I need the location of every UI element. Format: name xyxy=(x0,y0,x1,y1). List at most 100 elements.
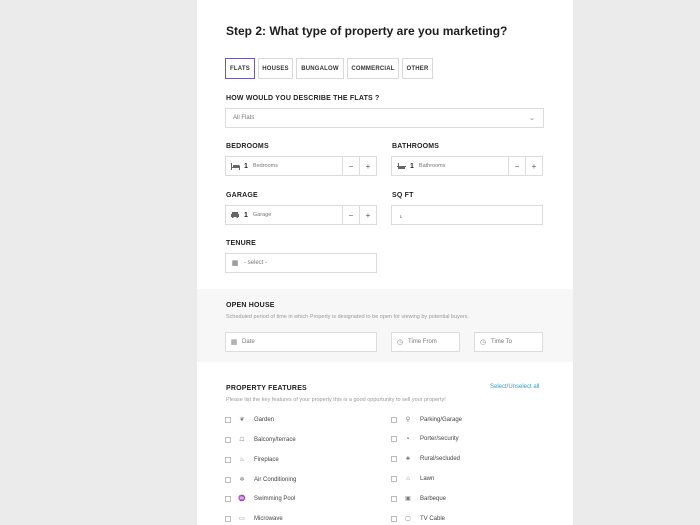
tenure-select[interactable]: ▦ - select - xyxy=(225,253,377,273)
checkbox[interactable] xyxy=(225,456,231,463)
feature-porter-security[interactable]: ▪ Porter/security xyxy=(391,436,459,442)
checkbox[interactable] xyxy=(391,515,397,522)
balcony-icon: ☖ xyxy=(239,437,245,443)
feature-label: Porter/security xyxy=(420,436,459,442)
calendar-icon: ▦ xyxy=(230,339,238,346)
feature-label: Microwave xyxy=(254,515,283,522)
checkbox[interactable] xyxy=(391,495,397,502)
feature-parking[interactable]: ⚲ Parking/Garage xyxy=(391,416,462,423)
tree-icon: ♣ xyxy=(406,456,410,462)
feature-label: Balcony/terrace xyxy=(254,436,296,443)
feature-label: Lawn xyxy=(420,476,435,482)
feature-tv-cable[interactable]: ▢ TV Cable xyxy=(391,515,445,522)
open-house-label: OPEN HOUSE xyxy=(226,302,275,309)
parking-icon: ⚲ xyxy=(405,417,411,423)
date-placeholder: Date xyxy=(242,339,255,345)
page-title: Step 2: What type of property are you ma… xyxy=(226,24,508,38)
bedrooms-stepper: 1 Bedrooms − + xyxy=(225,156,377,176)
checkbox[interactable] xyxy=(391,436,397,442)
describe-select[interactable]: All Flats ⌄ xyxy=(225,108,544,128)
sqft-label: SQ FT xyxy=(392,192,414,199)
bedrooms-unit: Bedrooms xyxy=(252,163,278,169)
feature-label: Rural/secluded xyxy=(420,456,461,462)
feature-lawn[interactable]: ⌂ Lawn xyxy=(391,476,434,482)
checkbox[interactable] xyxy=(225,476,231,483)
features-label: PROPERTY FEATURES xyxy=(226,385,307,392)
ruler-icon: ⌞ xyxy=(399,212,403,219)
checkbox[interactable] xyxy=(225,495,231,502)
bedrooms-increment-button[interactable]: + xyxy=(359,157,376,175)
bedrooms-decrement-button[interactable]: − xyxy=(342,157,359,175)
feature-rural[interactable]: ♣ Rural/secluded xyxy=(391,456,460,462)
garage-increment-button[interactable]: + xyxy=(359,206,376,224)
checkbox[interactable] xyxy=(391,476,397,482)
calendar-icon: ▦ xyxy=(231,260,239,267)
checkbox[interactable] xyxy=(391,416,397,423)
feature-label: TV Cable xyxy=(420,515,446,522)
time-to-input[interactable]: ◷ Time To xyxy=(474,332,543,352)
feature-barbeque[interactable]: ▣ Barbeque xyxy=(391,495,446,502)
feature-air-conditioning[interactable]: ❄ Air Conditioning xyxy=(225,476,296,483)
fire-icon: ♨ xyxy=(239,457,245,463)
lock-icon: ▪ xyxy=(406,436,410,442)
bedrooms-label: BEDROOMS xyxy=(226,143,269,150)
tab-commercial[interactable]: COMMERCIAL xyxy=(347,58,399,79)
feature-label: Air Conditioning xyxy=(254,476,297,483)
bathtub-icon xyxy=(392,162,410,170)
clock-icon: ◷ xyxy=(396,339,404,346)
garage-decrement-button[interactable]: − xyxy=(342,206,359,224)
feature-garden[interactable]: ❦ Garden xyxy=(225,416,274,423)
feature-fireplace[interactable]: ♨ Fireplace xyxy=(225,456,279,463)
property-type-tabs: FLATS HOUSES BUNGALOW COMMERCIAL OTHER xyxy=(225,58,436,79)
feature-label: Garden xyxy=(254,416,275,423)
open-house-description: Scheduled period of time in which Proper… xyxy=(226,314,470,320)
microwave-icon: ▭ xyxy=(239,516,245,522)
features-description: Please list the key features of your pro… xyxy=(226,397,446,403)
feature-balcony[interactable]: ☖ Balcony/terrace xyxy=(225,436,296,443)
feature-label: Parking/Garage xyxy=(420,416,463,423)
car-icon xyxy=(226,212,244,218)
garage-stepper: 1 Garage − + xyxy=(225,205,377,225)
bathrooms-label: BATHROOMS xyxy=(392,143,440,150)
garage-unit: Garage xyxy=(252,212,272,218)
feature-label: Swimming Pool xyxy=(254,495,296,502)
swimmer-icon: ♒ xyxy=(238,496,246,502)
tab-other[interactable]: OTHER xyxy=(402,58,433,79)
sqft-input[interactable]: ⌞ xyxy=(391,205,543,225)
bedrooms-value: 1 xyxy=(244,162,248,170)
feature-label: Fireplace xyxy=(254,456,279,463)
tab-bungalow[interactable]: BUNGALOW xyxy=(296,58,344,79)
time-to-placeholder: Time To xyxy=(491,339,513,345)
tenure-placeholder: - select - xyxy=(244,260,268,266)
date-input[interactable]: ▦ Date xyxy=(225,332,377,352)
open-house-section: OPEN HOUSE Scheduled period of time in w… xyxy=(197,289,573,362)
leaf-icon: ❦ xyxy=(239,417,245,423)
tab-flats[interactable]: FLATS xyxy=(225,58,255,79)
feature-microwave[interactable]: ▭ Microwave xyxy=(225,515,283,522)
tv-icon: ▢ xyxy=(405,516,411,522)
checkbox[interactable] xyxy=(225,515,231,522)
tenure-label: TENURE xyxy=(226,240,256,247)
bathrooms-increment-button[interactable]: + xyxy=(525,157,542,175)
snowflake-icon: ❄ xyxy=(239,477,245,483)
time-from-input[interactable]: ◷ Time From xyxy=(391,332,460,352)
clock-icon: ◷ xyxy=(479,339,487,346)
grill-icon: ▣ xyxy=(405,496,411,502)
checkbox[interactable] xyxy=(391,456,397,462)
bed-icon xyxy=(226,162,244,170)
select-all-link[interactable]: Select/Unselect all xyxy=(490,384,539,390)
feature-swimming-pool[interactable]: ♒ Swimming Pool xyxy=(225,495,295,502)
garage-value: 1 xyxy=(244,211,248,219)
describe-value: All Flats xyxy=(233,115,255,121)
time-from-placeholder: Time From xyxy=(408,339,437,345)
feature-label: Barbeque xyxy=(420,495,447,502)
checkbox[interactable] xyxy=(225,416,231,423)
bathrooms-unit: Bathrooms xyxy=(418,163,446,169)
checkbox[interactable] xyxy=(225,436,231,443)
house-icon: ⌂ xyxy=(406,476,410,482)
chevron-down-icon: ⌄ xyxy=(529,115,535,122)
bathrooms-value: 1 xyxy=(410,162,414,170)
bathrooms-decrement-button[interactable]: − xyxy=(508,157,525,175)
tab-houses[interactable]: HOUSES xyxy=(258,58,293,79)
bathrooms-stepper: 1 Bathrooms − + xyxy=(391,156,543,176)
